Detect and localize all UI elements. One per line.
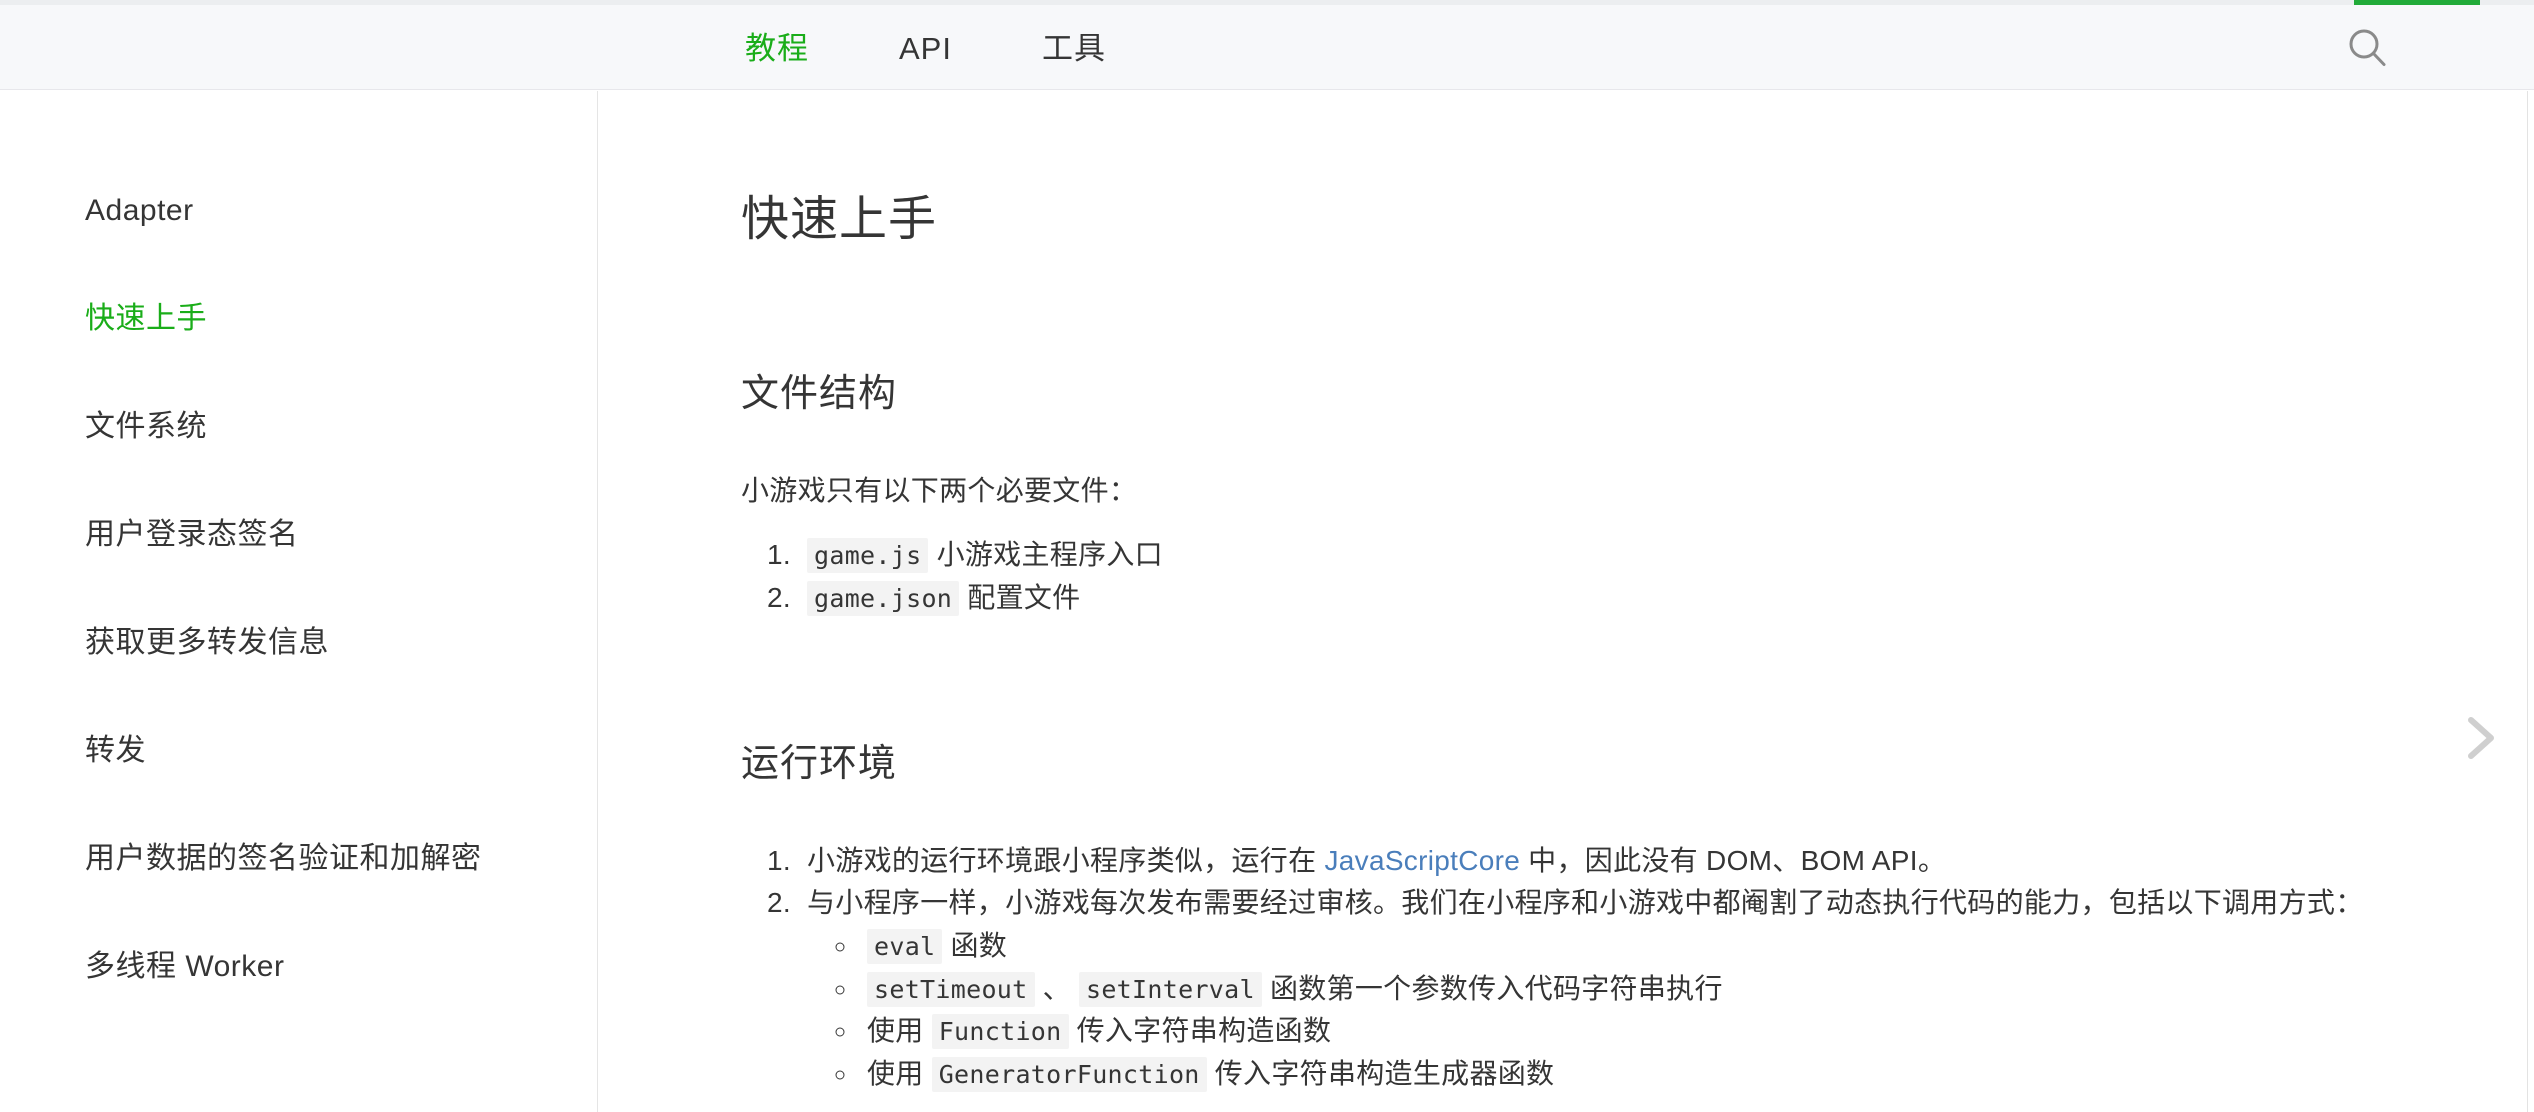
runtime-item1-suffix: 中，因此没有 DOM、BOM API。 <box>1520 844 1947 876</box>
sidebar-item-quickstart[interactable]: 快速上手 <box>0 265 597 373</box>
sub-mid: 、 <box>1034 972 1079 1004</box>
sub-pre: 使用 <box>867 1015 932 1047</box>
list-item-text: 配置文件 <box>967 581 1081 613</box>
code-function: Function <box>931 1014 1069 1050</box>
list-item: 小游戏的运行环境跟小程序类似，运行在 JavaScriptCore 中，因此没有… <box>799 840 2527 883</box>
javascriptcore-link[interactable]: JavaScriptCore <box>1324 845 1520 876</box>
list-item: 使用 Function 传入字符串构造函数 <box>859 1010 2527 1053</box>
runtime-item2-text: 与小程序一样，小游戏每次发布需要经过审核。我们在小程序和小游戏中都阉割了动态执行… <box>807 887 2364 919</box>
section-heading-runtime: 运行环境 <box>741 743 898 786</box>
list-item-text: 小游戏主程序入口 <box>936 539 1163 571</box>
nav-tab-tutorial[interactable]: 教程 <box>745 30 809 64</box>
runtime-list: 小游戏的运行环境跟小程序类似，运行在 JavaScriptCore 中，因此没有… <box>741 840 2527 1095</box>
list-item: game.json 配置文件 <box>799 577 2527 620</box>
primary-nav: 教程 API 工具 <box>0 5 2534 89</box>
list-item: eval 函数 <box>859 925 2527 968</box>
search-icon[interactable] <box>2344 24 2392 72</box>
code-game-js: game.js <box>807 538 929 574</box>
sidebar-item-share-info[interactable]: 获取更多转发信息 <box>0 589 597 697</box>
doc-content-pane: 快速上手 文件结构 小游戏只有以下两个必要文件： game.js 小游戏主程序入… <box>599 91 2527 1112</box>
site-header: 教程 API 工具 <box>0 5 2534 90</box>
file-structure-intro: 小游戏只有以下两个必要文件： <box>741 475 1138 507</box>
page-load-progress-track <box>0 0 2534 5</box>
nav-tab-api[interactable]: API <box>899 30 952 64</box>
sidebar-item-login-signature[interactable]: 用户登录态签名 <box>0 481 597 589</box>
vertical-scrollbar-track[interactable] <box>2527 91 2528 1112</box>
sidebar-item-adapter[interactable]: Adapter <box>0 157 597 265</box>
code-setinterval: setInterval <box>1078 971 1262 1007</box>
sub-post: 函数 <box>942 929 1008 961</box>
list-item: setTimeout 、 setInterval 函数第一个参数传入代码字符串执… <box>859 968 2527 1011</box>
chevron-right-icon[interactable] <box>2452 710 2508 766</box>
list-item: 使用 GeneratorFunction 传入字符串构造生成器函数 <box>859 1053 2527 1096</box>
list-item: game.js 小游戏主程序入口 <box>799 534 2527 577</box>
file-structure-list: game.js 小游戏主程序入口 game.json 配置文件 <box>741 534 2527 619</box>
dynamic-exec-sublist: eval 函数 setTimeout 、 setInterval 函数第一个参数… <box>807 925 2527 1095</box>
page-title: 快速上手 <box>741 193 938 246</box>
runtime-item1-prefix: 小游戏的运行环境跟小程序类似，运行在 <box>807 844 1325 876</box>
code-game-json: game.json <box>807 580 960 616</box>
sub-post: 传入字符串构造函数 <box>1068 1015 1332 1047</box>
sidebar-item-userdata-crypto[interactable]: 用户数据的签名验证和加解密 <box>0 805 597 913</box>
sidebar-item-share[interactable]: 转发 <box>0 697 597 805</box>
code-generatorfunction: GeneratorFunction <box>931 1056 1207 1092</box>
nav-tab-tools[interactable]: 工具 <box>1042 30 1106 64</box>
code-eval: eval <box>867 928 943 964</box>
sidebar-item-worker[interactable]: 多线程 Worker <box>0 913 597 1021</box>
sub-post: 传入字符串构造生成器函数 <box>1206 1057 1555 1089</box>
sub-post: 函数第一个参数传入代码字符串执行 <box>1261 972 1723 1004</box>
doc-article: 快速上手 文件结构 小游戏只有以下两个必要文件： game.js 小游戏主程序入… <box>599 91 2527 1095</box>
section-heading-file-structure: 文件结构 <box>741 372 898 415</box>
sidebar-item-filesystem[interactable]: 文件系统 <box>0 373 597 481</box>
code-settimeout: setTimeout <box>867 971 1035 1007</box>
doc-sidebar[interactable]: Adapter 快速上手 文件系统 用户登录态签名 获取更多转发信息 转发 用户… <box>0 91 598 1112</box>
page-load-progress-bar <box>2354 0 2480 5</box>
list-item: 与小程序一样，小游戏每次发布需要经过审核。我们在小程序和小游戏中都阉割了动态执行… <box>799 882 2527 1095</box>
sub-pre: 使用 <box>867 1057 932 1089</box>
